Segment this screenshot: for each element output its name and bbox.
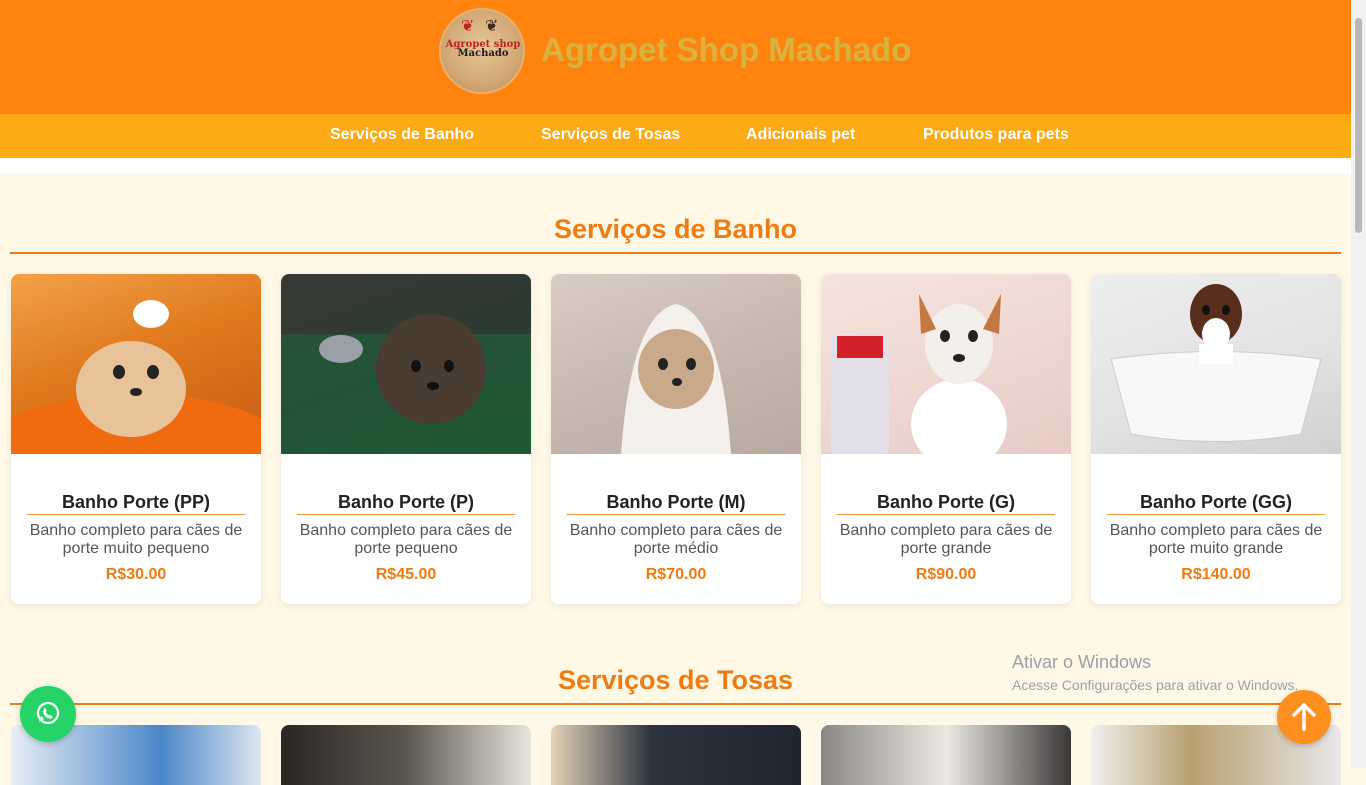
service-card[interactable]: Banho Porte (GG) Banho completo para cãe… <box>1091 274 1341 604</box>
brand-title: Agropet Shop Machado <box>541 31 912 68</box>
dog-illustration <box>11 300 261 504</box>
nav-item-tosas[interactable]: Serviços de Tosas <box>541 126 680 144</box>
whatsapp-icon <box>36 701 60 725</box>
brand-logo[interactable]: ❦ ❦ Agropet shop Machado <box>439 8 525 94</box>
service-card[interactable]: Banho Porte (PP) Banho completo para cãe… <box>11 274 261 604</box>
service-card-image[interactable] <box>551 725 801 785</box>
service-card-image[interactable] <box>281 725 531 785</box>
arrow-up-icon <box>1292 703 1316 731</box>
card-title: Banho Porte (M) <box>567 492 785 515</box>
card-price: R$70.00 <box>645 566 707 583</box>
card-price: R$30.00 <box>105 566 167 583</box>
section-divider <box>10 703 1341 705</box>
card-description: Banho completo para cães de porte médio <box>569 522 783 557</box>
nav-spacer <box>0 158 1351 174</box>
card-title: Banho Porte (GG) <box>1107 492 1325 515</box>
card-price: R$90.00 <box>915 566 977 583</box>
card-title: Banho Porte (P) <box>297 492 515 515</box>
windows-watermark-text: Acesse Configurações para ativar o Windo… <box>1012 677 1299 693</box>
scroll-top-button[interactable] <box>1277 690 1331 744</box>
whatsapp-button[interactable] <box>20 686 76 742</box>
paw-icon: ❦ <box>461 18 475 35</box>
windows-watermark-title: Ativar o Windows <box>1012 652 1152 672</box>
scrollbar-thumb[interactable] <box>1355 18 1362 233</box>
card-price: R$45.00 <box>375 566 437 583</box>
nav-item-adicionais[interactable]: Adicionais pet <box>746 126 855 144</box>
nav-item-banho[interactable]: Serviços de Banho <box>330 126 474 144</box>
card-price: R$140.00 <box>1181 566 1251 583</box>
service-card[interactable]: Banho Porte (P) Banho completo para cães… <box>281 274 531 604</box>
dog-photo <box>821 274 1071 469</box>
paw-icon: ❦ <box>485 18 499 35</box>
section-divider <box>10 252 1341 254</box>
site-header: ❦ ❦ Agropet shop Machado Agropet Shop Mac… <box>0 0 1351 114</box>
main-nav: Serviços de Banho Serviços de Tosas Adic… <box>0 114 1351 158</box>
dog-photo <box>1091 274 1341 454</box>
service-card-image[interactable] <box>821 725 1071 785</box>
service-card[interactable]: Banho Porte (M) Banho completo para cães… <box>551 274 801 604</box>
page-scrollbar[interactable] <box>1351 0 1366 768</box>
card-description: Banho completo para cães de porte pequen… <box>299 522 513 557</box>
dog-photo <box>11 274 261 504</box>
dog-photo <box>281 274 531 454</box>
card-description: Banho completo para cães de porte muito … <box>1109 522 1323 557</box>
dog-illustration <box>281 314 531 454</box>
card-description: Banho completo para cães de porte muito … <box>29 522 243 557</box>
dog-photo <box>551 274 801 454</box>
card-title: Banho Porte (G) <box>837 492 1055 515</box>
dog-illustration <box>831 294 1007 469</box>
card-description: Banho completo para cães de porte grande <box>839 522 1053 557</box>
dog-illustration <box>621 304 731 454</box>
nav-item-produtos[interactable]: Produtos para pets <box>923 126 1069 144</box>
card-title: Banho Porte (PP) <box>27 492 245 515</box>
service-card[interactable]: Banho Porte (G) Banho completo para cães… <box>821 274 1071 604</box>
logo-text: Agropet shop Machado <box>445 39 521 59</box>
dog-illustration <box>1110 284 1322 442</box>
section-title-banho: Serviços de Banho <box>553 214 798 244</box>
